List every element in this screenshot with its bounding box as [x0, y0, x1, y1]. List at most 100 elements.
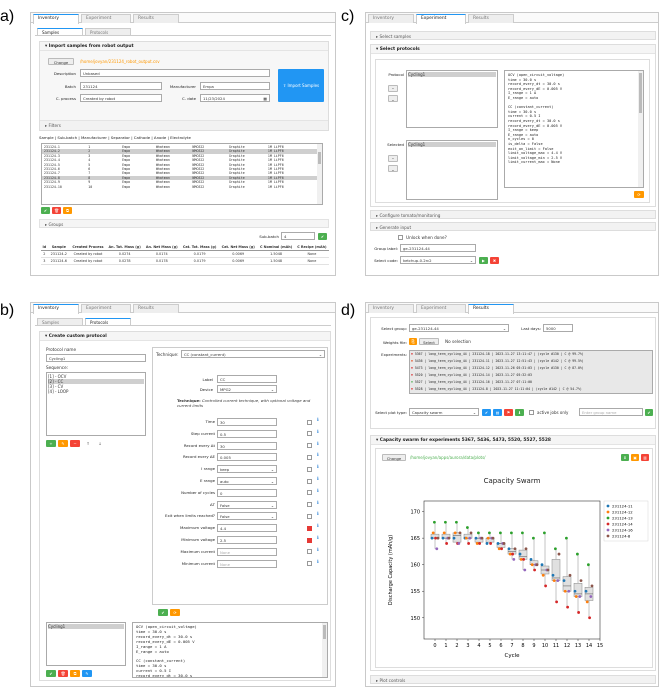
move-down-icon[interactable]: ⌄	[388, 95, 398, 102]
tab-experiment[interactable]: Experiment	[81, 14, 131, 23]
tab-results[interactable]: Results	[468, 14, 514, 23]
sequence-list[interactable]: [1] - OCV [2] - CC [3] - CV [4] - LOOP	[46, 372, 146, 436]
param-checkbox[interactable]	[307, 478, 312, 484]
save-group-icon[interactable]: ✔	[645, 409, 653, 416]
tab-inventory[interactable]: Inventory	[33, 14, 79, 24]
protocol-name-input[interactable]: Cycling1	[46, 354, 146, 362]
param-checkbox[interactable]	[307, 561, 312, 567]
manufacturer-input[interactable]: Empa	[200, 82, 270, 90]
pdf-icon[interactable]: ▥	[641, 454, 649, 461]
group-name-input[interactable]: Enter group name	[579, 408, 643, 416]
param-input[interactable]: 0.005	[217, 453, 277, 462]
subtab-samples[interactable]: Samples	[37, 318, 83, 325]
experiment-row[interactable]: ▼ 5528 | long_term_cycling_44 | 231124-8…	[411, 387, 651, 391]
param-input[interactable]: 30	[217, 418, 277, 426]
info-icon[interactable]: ℹ	[317, 453, 319, 458]
param-checkbox[interactable]	[307, 490, 312, 496]
active-only-checkbox[interactable]	[529, 410, 534, 415]
remove-step-icon[interactable]: −	[70, 440, 80, 447]
experiment-row[interactable]: ▼ 5473 | long_term_cycling_44 | 231124-1…	[411, 366, 651, 370]
confirm-subbatch-button[interactable]: ✔	[318, 233, 327, 240]
protocol-header[interactable]: ▾ Create custom protocol	[40, 332, 330, 341]
technique-select[interactable]: CC (constant_current) ⌄	[181, 350, 325, 358]
refresh-icon[interactable]: ⟳	[634, 191, 644, 198]
experiment-row[interactable]: ▼ 5527 | long_term_cycling_44 | 231124-1…	[411, 380, 651, 384]
protocol-source-item[interactable]: Cycling1	[408, 72, 496, 77]
tab-inventory[interactable]: Inventory	[33, 304, 79, 314]
param-checkbox[interactable]	[307, 454, 312, 460]
delete-icon[interactable]: 🗑	[52, 207, 61, 214]
flag-icon[interactable]: ⚑	[504, 409, 513, 416]
calendar-icon[interactable]: ▦	[263, 96, 267, 101]
param-input[interactable]: 0.5	[217, 429, 277, 438]
select-protocols-header[interactable]: ▾ Select protocols	[371, 45, 655, 54]
tab-results[interactable]: Results	[468, 304, 514, 314]
subbatch-input[interactable]: 4	[281, 232, 315, 240]
move-down-icon[interactable]: ↓	[95, 440, 105, 447]
move-up-icon[interactable]: ↑	[83, 440, 93, 447]
protocol-list[interactable]: Cycling1	[46, 622, 126, 666]
change-plot-path-button[interactable]: Change	[382, 454, 406, 461]
info-icon[interactable]: ℹ	[317, 418, 319, 423]
info-icon[interactable]: ℹ	[317, 477, 319, 482]
sample-list[interactable]: 231124-1 1 Empa Whatman NMC622 Graphite 1M LiP…	[41, 143, 323, 205]
device-select[interactable]: MPG2 ⌄	[217, 385, 277, 393]
info-icon[interactable]: ℹ	[317, 442, 319, 447]
experiment-row[interactable]: ▼ 5436 | long_term_cycling_44 | 231124-1…	[411, 359, 651, 363]
batch-input[interactable]: 231124	[80, 82, 162, 90]
import-samples-button[interactable]: ⇪ Import Samples	[278, 69, 324, 102]
import-header[interactable]: ▾ Import samples from robot output	[40, 42, 328, 51]
swarm-header[interactable]: ▾ Capacity swarm for experiments 5367, 5…	[371, 436, 655, 445]
tab-experiment[interactable]: Experiment	[416, 304, 466, 313]
select-code-select[interactable]: ketchup-0.2rc2 ⌄	[400, 256, 476, 264]
info-icon[interactable]: ℹ	[317, 560, 319, 565]
tab-results[interactable]: Results	[133, 14, 179, 23]
subtab-protocols[interactable]: Protocols	[85, 318, 131, 325]
experiments-list[interactable]: ▼ 5367 | long_term_cycling_44 | 231124-1…	[409, 350, 653, 394]
add-step-icon[interactable]: +	[46, 440, 56, 447]
tab-experiment[interactable]: Experiment	[81, 304, 131, 313]
code-scrollbar[interactable]	[322, 623, 327, 677]
add-icon[interactable]: ✔	[41, 207, 50, 214]
param-checkbox[interactable]	[307, 502, 312, 508]
info-icon[interactable]: ℹ	[317, 465, 319, 470]
load-protocol-icon[interactable]: ✔	[46, 670, 56, 677]
last-days-input[interactable]: 5000	[543, 324, 573, 332]
image-icon[interactable]: ▣	[631, 454, 639, 461]
param-input[interactable]: keep ⌄	[217, 465, 277, 474]
cprocess-input[interactable]: Created by robot	[80, 94, 162, 102]
download-icon[interactable]: ⬇	[621, 454, 629, 461]
param-checkbox[interactable]	[307, 443, 312, 449]
param-checkbox[interactable]	[307, 466, 312, 472]
param-input[interactable]: 30	[217, 441, 277, 450]
edit-protocol-icon[interactable]: ✎	[82, 670, 92, 677]
param-input[interactable]: False ⌄	[217, 512, 277, 521]
unlock-checkbox[interactable]	[398, 235, 403, 240]
protocol-source-list[interactable]: Cycling1	[406, 70, 498, 128]
description-input[interactable]: Unbased	[80, 69, 270, 77]
select-weights-button[interactable]: Select	[419, 338, 439, 345]
generate-header[interactable]: ▸ Generate input	[370, 222, 656, 231]
info-icon[interactable]: ℹ	[317, 548, 319, 553]
copy-protocol-icon[interactable]: ⧉	[70, 670, 80, 677]
param-input[interactable]: auto ⌄	[217, 477, 277, 485]
chart-icon[interactable]: ▤	[493, 409, 502, 416]
info-icon[interactable]: ℹ	[317, 489, 319, 494]
delete-protocol-icon[interactable]: 🗑	[58, 670, 68, 677]
save-step-icon[interactable]: ✔	[158, 609, 168, 616]
plot-icon[interactable]: ✔	[482, 409, 491, 416]
copy-icon[interactable]: ⧉	[63, 207, 72, 214]
subtab-protocols[interactable]: Protocols	[85, 28, 131, 35]
select-samples-header[interactable]: ▸ Select samples	[370, 31, 656, 40]
tab-results[interactable]: Results	[133, 304, 179, 313]
preview-scrollbar[interactable]	[638, 71, 643, 187]
move-up-icon[interactable]: ⌃	[388, 85, 398, 92]
subtab-samples[interactable]: Samples	[37, 28, 83, 35]
param-checkbox[interactable]	[307, 549, 312, 555]
cdate-input[interactable]: 11/23/2024 ▦	[200, 94, 270, 102]
param-input[interactable]: 4.4	[217, 524, 277, 533]
edit-step-icon[interactable]: ✎	[58, 440, 68, 447]
param-input[interactable]: None	[217, 547, 277, 556]
filters-header[interactable]: ▸ Filters	[40, 120, 328, 130]
group-label-input[interactable]: ge-231124-44	[400, 244, 476, 252]
